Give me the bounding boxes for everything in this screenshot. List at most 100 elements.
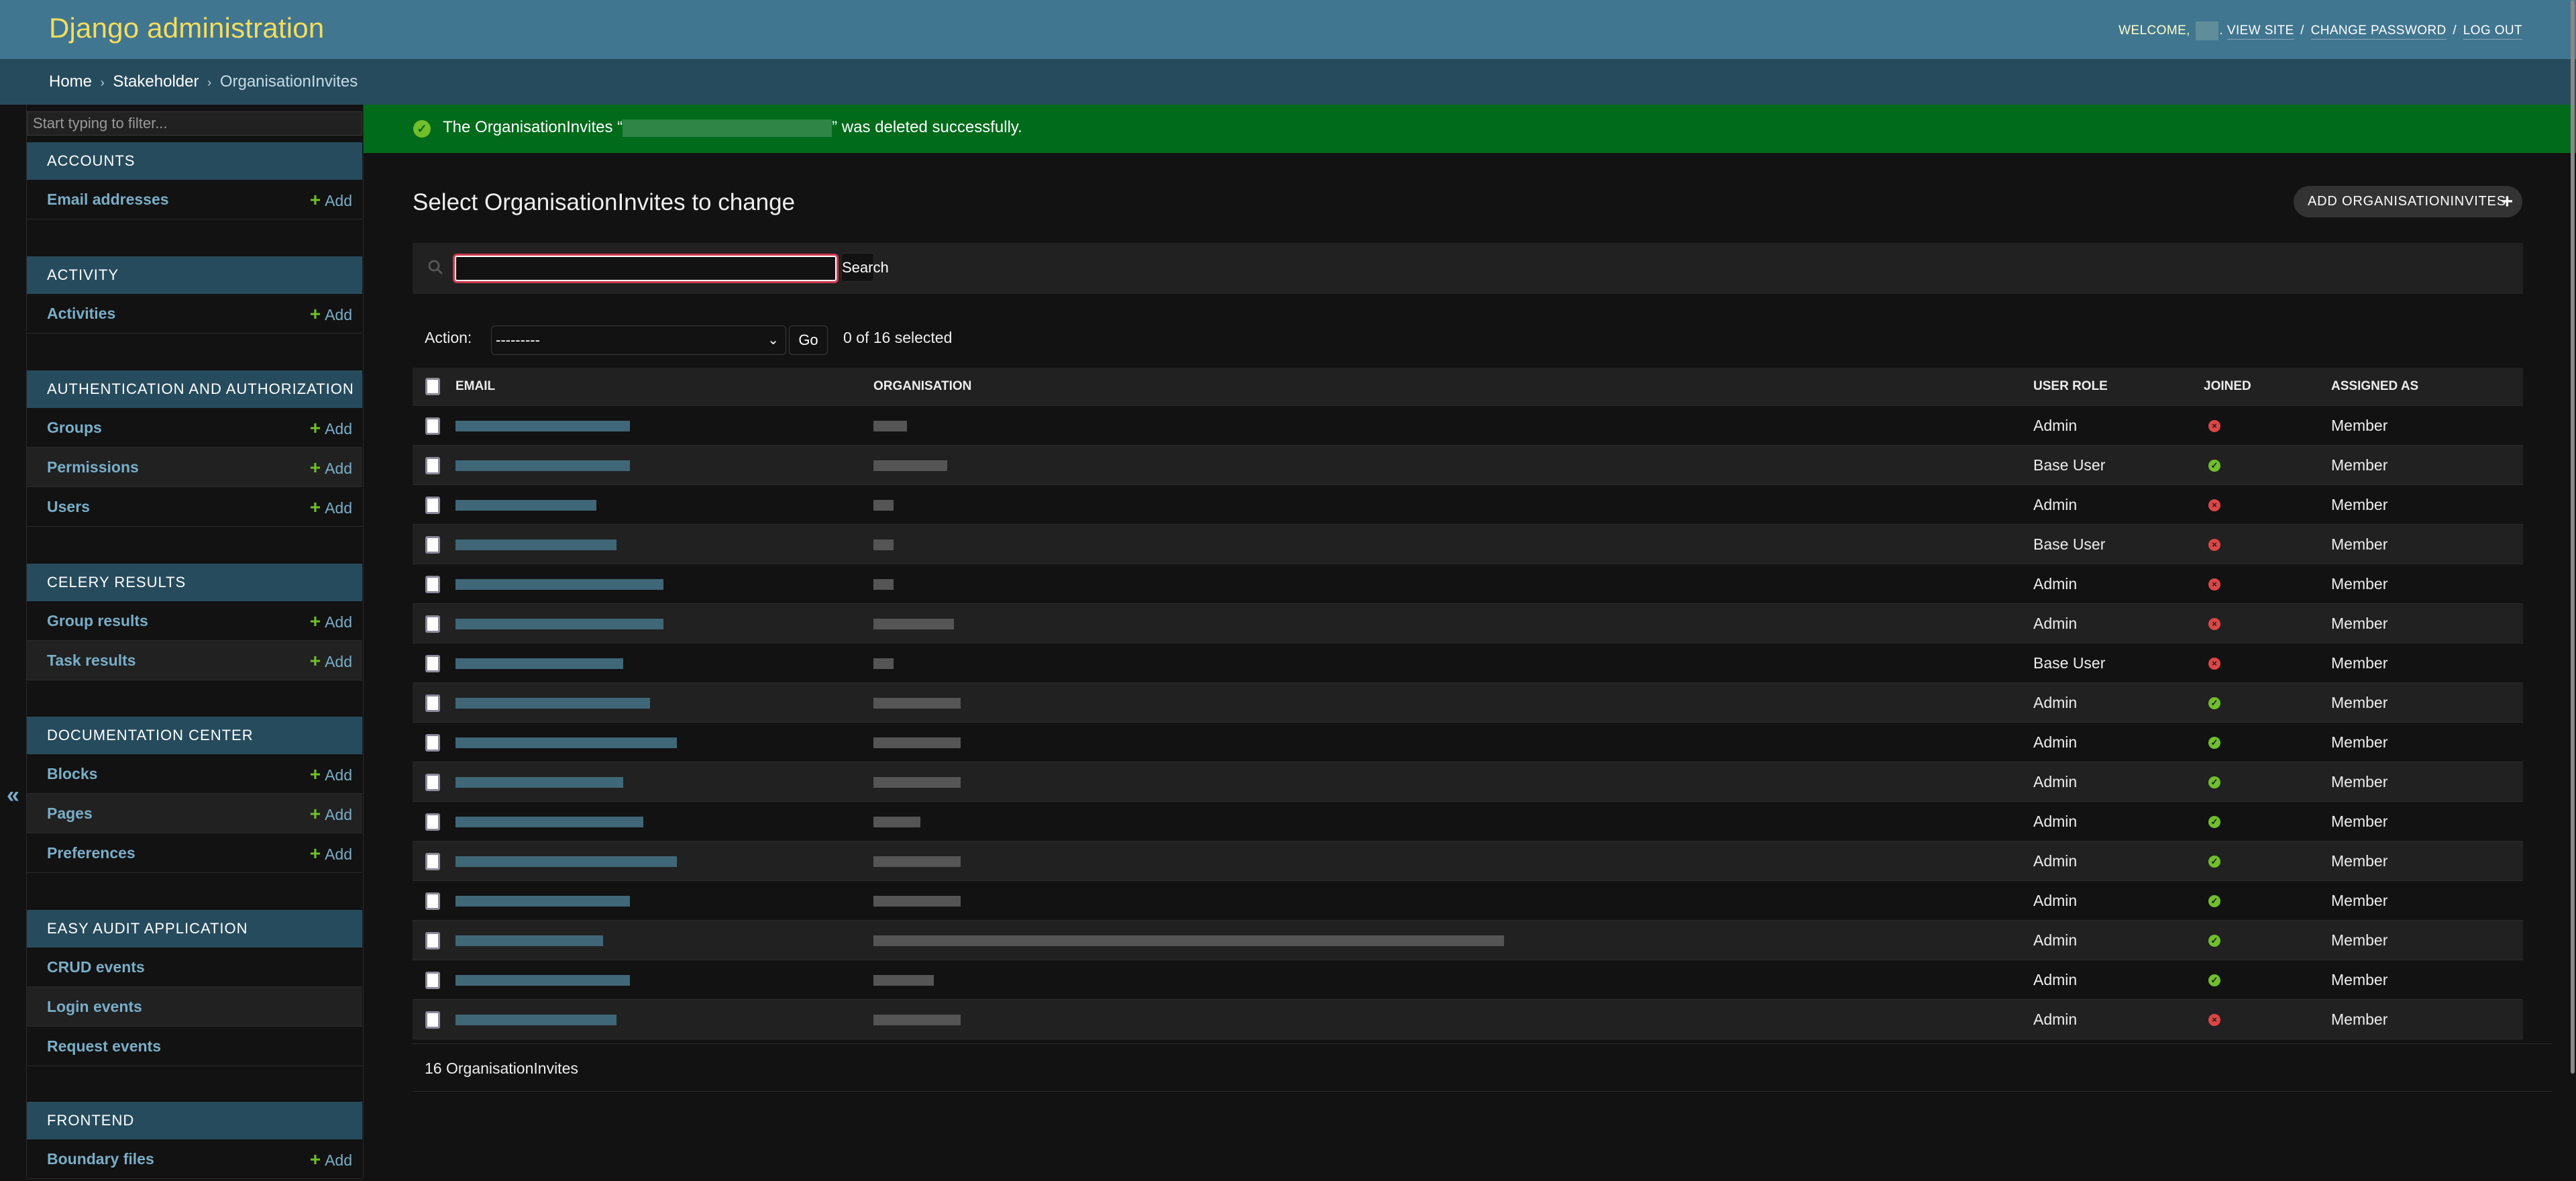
search-input[interactable] [453,254,839,283]
email-link-redacted[interactable] [455,1015,616,1026]
row-checkbox[interactable] [425,615,440,633]
email-link-redacted[interactable] [455,658,623,670]
sidebar-add-link[interactable]: + Add [310,1139,352,1180]
breadcrumb-home[interactable]: Home [49,72,92,91]
sidebar-add-link[interactable]: + Add [310,487,352,528]
row-checkbox[interactable] [425,852,440,870]
sidebar-item-link[interactable]: Pages [47,805,93,822]
sidebar-add-link[interactable]: + Add [310,408,352,449]
row-checkbox[interactable] [425,892,440,910]
sidebar-add-link[interactable]: + Add [310,601,352,642]
log-out-link[interactable]: LOG OUT [2463,23,2522,40]
email-link-redacted[interactable] [455,817,643,828]
action-select[interactable]: --------- ⌄ [491,325,786,355]
email-link-redacted[interactable] [455,856,677,868]
sidebar-item-link[interactable]: Email addresses [47,191,169,208]
email-link-redacted[interactable] [455,460,630,472]
select-all-checkbox[interactable] [425,378,440,395]
email-link-redacted[interactable] [455,777,623,788]
sidebar-item-link[interactable]: Blocks [47,765,97,782]
row-checkbox[interactable] [425,535,440,554]
email-link-redacted[interactable] [455,421,630,432]
sidebar-module-caption[interactable]: Easy Audit Application [27,910,362,947]
sidebar-module-caption[interactable]: Celery Results [27,564,362,601]
table-row[interactable]: Admin ✓ Member [413,960,2523,1000]
sidebar-add-link[interactable]: + Add [310,641,352,682]
table-row[interactable]: Admin ✓ Member [413,682,2523,723]
email-link-redacted[interactable] [455,500,596,511]
row-checkbox[interactable] [425,813,440,831]
column-header-organisation[interactable]: Organisation [873,368,2033,406]
sidebar-item-link[interactable]: Groups [47,419,102,436]
column-header-email[interactable]: Email [455,368,873,406]
email-link-redacted[interactable] [455,896,630,907]
table-row[interactable]: Admin ✓ Member [413,722,2523,762]
sidebar-item-link[interactable]: Users [47,498,90,515]
table-row[interactable]: Admin × Member [413,564,2523,604]
row-checkbox[interactable] [425,575,440,593]
table-row[interactable]: Admin ✓ Member [413,841,2523,881]
sidebar-module-caption[interactable]: Activity [27,256,362,294]
email-link-redacted[interactable] [455,698,650,709]
sidebar-add-link[interactable]: + Add [310,448,352,489]
table-row[interactable]: Admin × Member [413,405,2523,446]
column-header-user-role[interactable]: User role [2033,368,2204,406]
row-checkbox[interactable] [425,654,440,672]
sidebar-item-link[interactable]: Permissions [47,458,139,476]
add-organisationinvites-button[interactable]: ADD ORGANISATIONINVITES + [2294,186,2522,217]
table-row[interactable]: Admin ✓ Member [413,801,2523,841]
sidebar-item-link[interactable]: Boundary files [47,1150,154,1168]
sidebar-add-link[interactable]: + Add [310,794,352,835]
table-row[interactable]: Admin ✓ Member [413,762,2523,802]
row-checkbox[interactable] [425,496,440,514]
sidebar-add-link[interactable]: + Add [310,180,352,221]
sidebar-module-caption[interactable]: Authentication and Authorization [27,370,362,408]
sidebar-item-link[interactable]: Group results [47,612,148,629]
sidebar-filter-input[interactable] [27,111,362,136]
sidebar-item-link[interactable]: CRUD events [47,958,145,976]
column-header-assigned-as[interactable]: Assigned as [2331,368,2523,406]
change-password-link[interactable]: CHANGE PASSWORD [2310,23,2447,40]
row-checkbox[interactable] [425,931,440,949]
page-scrollbar[interactable] [2571,0,2575,1074]
row-checkbox[interactable] [425,1011,440,1029]
row-checkbox[interactable] [425,417,440,435]
table-row[interactable]: Admin ✓ Member [413,880,2523,921]
column-header-joined[interactable]: Joined [2204,368,2331,406]
email-link-redacted[interactable] [455,737,677,749]
sidebar-item-link[interactable]: Preferences [47,844,136,862]
breadcrumb-stakeholder[interactable]: Stakeholder [113,72,199,91]
email-link-redacted[interactable] [455,975,630,986]
email-link-redacted[interactable] [455,619,663,630]
view-site-link[interactable]: VIEW SITE [2226,23,2294,40]
sidebar-item-link[interactable]: Activities [47,305,115,322]
sidebar-add-link[interactable]: + Add [310,294,352,335]
table-row[interactable]: Admin ✓ Member [413,920,2523,960]
sidebar-module-caption[interactable]: Accounts [27,142,362,180]
table-row[interactable]: Admin × Member [413,999,2523,1039]
email-link-redacted[interactable] [455,579,663,590]
search-button[interactable]: Search [841,253,889,282]
row-checkbox[interactable] [425,456,440,474]
table-row[interactable]: Base User × Member [413,524,2523,564]
collapse-sidebar-icon[interactable]: « [7,782,19,809]
row-checkbox[interactable] [425,971,440,989]
site-branding[interactable]: Django administration [49,12,324,44]
sidebar-toggle[interactable]: « [0,105,27,1178]
row-checkbox[interactable] [425,694,440,712]
table-row[interactable]: Admin × Member [413,484,2523,525]
sidebar-module-caption[interactable]: Documentation Center [27,717,362,754]
table-row[interactable]: Base User ✓ Member [413,445,2523,485]
row-checkbox[interactable] [425,733,440,752]
table-row[interactable]: Admin × Member [413,603,2523,644]
sidebar-add-link[interactable]: + Add [310,833,352,874]
sidebar-item-link[interactable]: Login events [47,998,142,1015]
email-link-redacted[interactable] [455,540,616,551]
go-button[interactable]: Go [789,325,828,355]
sidebar-add-link[interactable]: + Add [310,754,352,795]
sidebar-module-caption[interactable]: Frontend [27,1102,362,1139]
email-link-redacted[interactable] [455,935,603,947]
row-checkbox[interactable] [425,773,440,791]
table-row[interactable]: Base User × Member [413,643,2523,683]
sidebar-item-link[interactable]: Task results [47,652,136,669]
